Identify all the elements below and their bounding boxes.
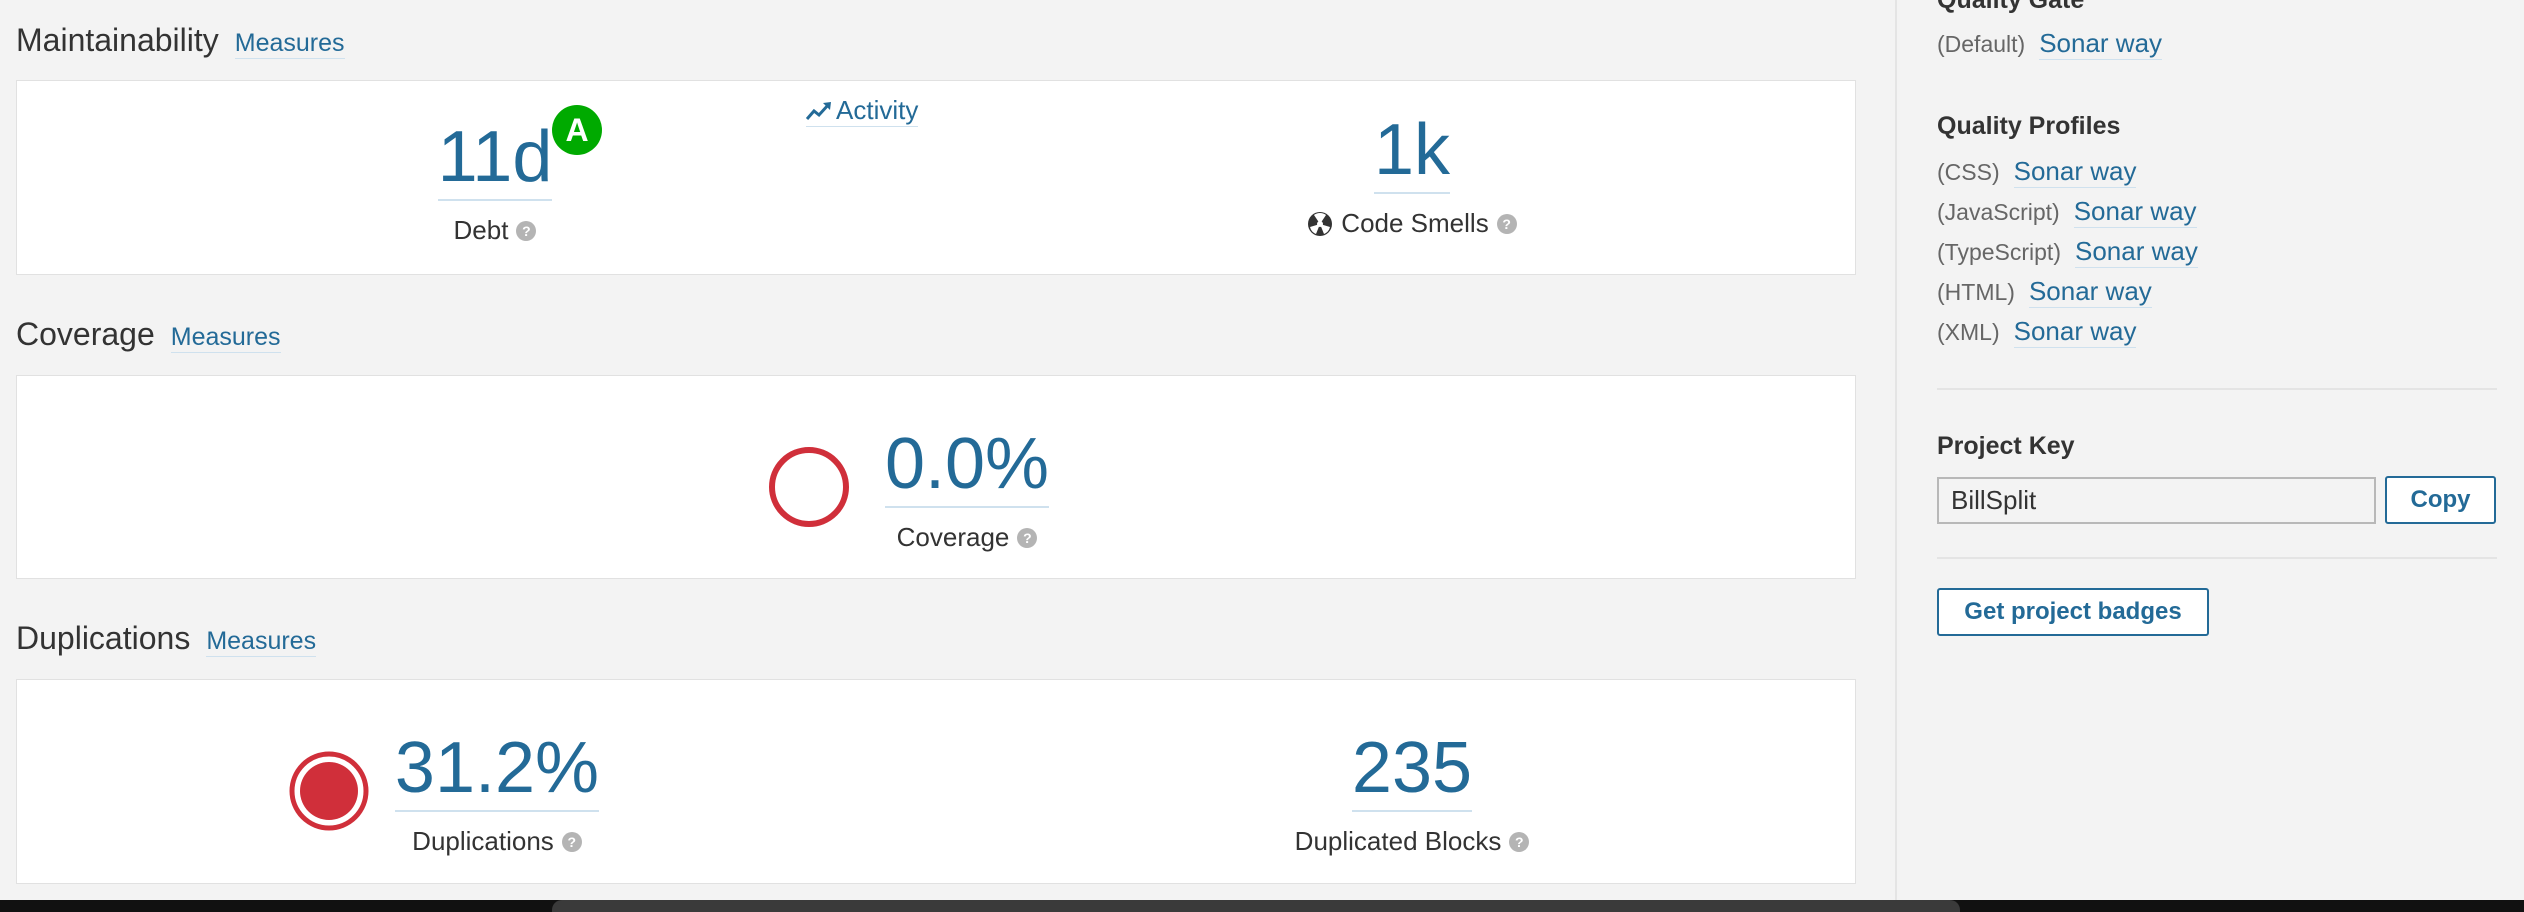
profile-row-css: (CSS) Sonar way [1937, 156, 2137, 188]
code-smells-label: Code Smells [1341, 208, 1489, 238]
get-project-badges-button[interactable]: Get project badges [1937, 588, 2209, 636]
duplications-label: Duplications [412, 826, 554, 856]
quality-gate-lang: (Default) [1937, 31, 2026, 57]
activity-link[interactable]: Activity [806, 95, 919, 127]
coverage-title: Coverage [16, 316, 155, 352]
project-sidebar: Quality Gate (Default) Sonar way Quality… [1895, 0, 2524, 900]
coverage-value[interactable]: 0.0% [884, 428, 1050, 508]
duplications-donut-icon [289, 751, 369, 831]
os-dock [552, 900, 1960, 912]
coverage-header: Coverage Measures [16, 316, 281, 353]
duplicated-blocks-metric: 235 Duplicated Blocks ? [1247, 732, 1577, 857]
profile-row-html: (HTML) Sonar way [1937, 276, 2152, 308]
debt-value[interactable]: 11d [437, 121, 553, 201]
help-icon[interactable]: ? [1017, 527, 1038, 548]
sidebar-divider [1937, 557, 2497, 559]
profile-lang: (JavaScript) [1937, 199, 2060, 225]
activity-label: Activity [836, 95, 919, 125]
profile-row-xml: (XML) Sonar way [1937, 316, 2137, 348]
coverage-card: 0.0% Coverage ? [16, 375, 1856, 579]
profile-row-typescript: (TypeScript) Sonar way [1937, 236, 2198, 268]
duplications-value[interactable]: 31.2% [394, 732, 600, 812]
duplications-measures-link[interactable]: Measures [206, 627, 317, 657]
profile-link[interactable]: Sonar way [2013, 316, 2137, 348]
profile-lang: (TypeScript) [1937, 239, 2061, 265]
profile-link[interactable]: Sonar way [2028, 276, 2152, 308]
duplications-header: Duplications Measures [16, 620, 317, 657]
coverage-label: Coverage [896, 522, 1010, 552]
duplications-card: 31.2% Duplications ? 235 Duplicated Bloc… [16, 679, 1856, 884]
debt-label: Debt [453, 215, 509, 245]
sidebar-divider [1937, 388, 2497, 390]
profile-row-javascript: (JavaScript) Sonar way [1937, 196, 2197, 228]
maintainability-header: Maintainability Measures [16, 22, 345, 59]
maintainability-title: Maintainability [16, 22, 219, 58]
duplications-metric: 31.2% Duplications ? [387, 732, 607, 857]
main-content: Maintainability Measures 11d Debt ? A Ac… [0, 0, 1895, 900]
maintainability-measures-link[interactable]: Measures [234, 29, 345, 59]
trend-up-icon [806, 101, 831, 120]
quality-gate-link[interactable]: Sonar way [2039, 28, 2163, 60]
duplicated-blocks-label: Duplicated Blocks [1294, 826, 1502, 856]
profile-lang: (CSS) [1937, 159, 2000, 185]
quality-profiles-title: Quality Profiles [1937, 112, 2121, 140]
profile-link[interactable]: Sonar way [2013, 156, 2137, 188]
project-key-title: Project Key [1937, 432, 2075, 460]
project-key-input[interactable]: BillSplit [1937, 477, 2376, 524]
maintainability-card: 11d Debt ? A Activity 1k Code Smells ? [16, 80, 1856, 275]
code-smells-metric: 1k Code Smells ? [1247, 114, 1577, 239]
profile-link[interactable]: Sonar way [2073, 196, 2197, 228]
help-icon[interactable]: ? [1509, 831, 1530, 852]
help-icon[interactable]: ? [561, 831, 582, 852]
profile-link[interactable]: Sonar way [2074, 236, 2198, 268]
coverage-measures-link[interactable]: Measures [170, 323, 281, 353]
maintainability-rating-badge[interactable]: A [552, 105, 602, 155]
code-smell-icon [1308, 211, 1333, 236]
profile-lang: (XML) [1937, 319, 2000, 345]
code-smells-value[interactable]: 1k [1373, 114, 1451, 194]
help-icon[interactable]: ? [1496, 213, 1517, 234]
profile-lang: (HTML) [1937, 279, 2015, 305]
duplicated-blocks-value[interactable]: 235 [1351, 732, 1473, 812]
coverage-donut-icon [769, 447, 849, 527]
help-icon[interactable]: ? [516, 220, 537, 241]
os-taskbar [0, 900, 2524, 912]
quality-gate-row: (Default) Sonar way [1937, 28, 2163, 60]
duplications-title: Duplications [16, 620, 191, 656]
copy-button[interactable]: Copy [2385, 476, 2496, 524]
coverage-metric: 0.0% Coverage ? [877, 428, 1057, 553]
quality-gate-title: Quality Gate [1937, 0, 2085, 14]
debt-metric: 11d Debt ? [415, 121, 575, 246]
